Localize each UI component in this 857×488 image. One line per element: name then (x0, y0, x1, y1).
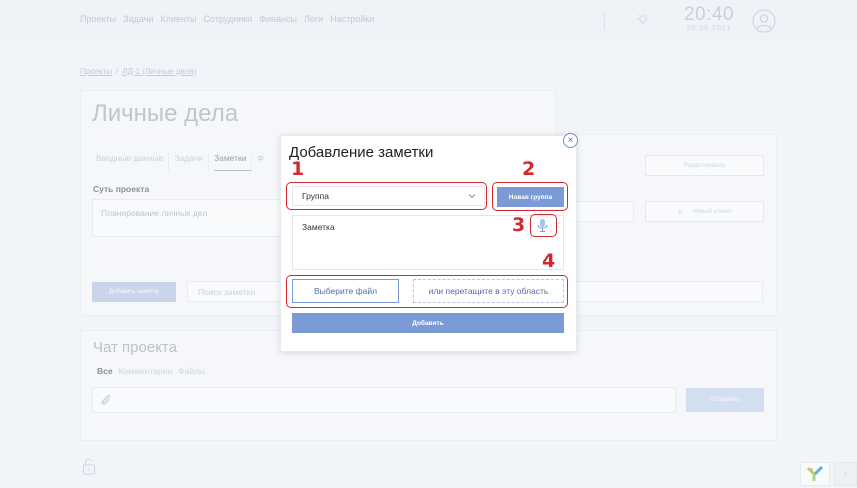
annotation-box-4 (286, 275, 568, 308)
annotation-box-1 (286, 182, 487, 210)
annotation-number-4: 4 (542, 250, 556, 272)
annotation-number-3: 3 (512, 214, 526, 236)
submit-note-button[interactable]: Добавить (292, 313, 564, 333)
modal-title: Добавление заметки (289, 144, 434, 161)
annotation-number-1: 1 (291, 158, 305, 180)
annotation-box-3 (530, 214, 557, 237)
annotation-box-2 (492, 182, 568, 211)
annotation-number-2: 2 (522, 158, 536, 180)
close-icon[interactable]: × (563, 133, 578, 148)
